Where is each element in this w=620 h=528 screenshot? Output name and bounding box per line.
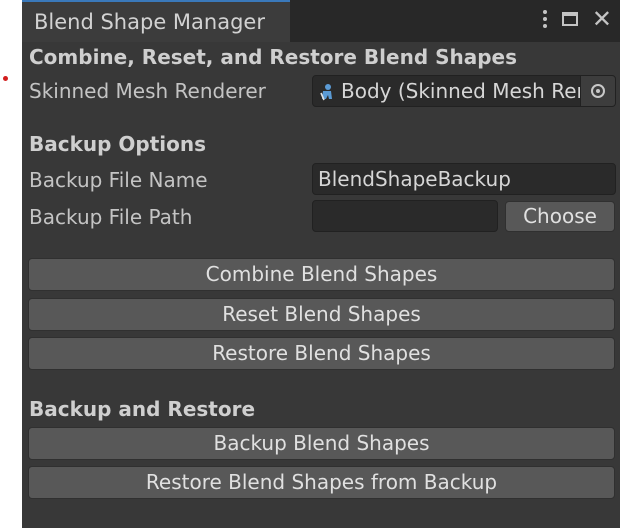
kebab-menu-icon[interactable] bbox=[542, 10, 548, 28]
tab-blend-shape-manager[interactable]: Blend Shape Manager bbox=[22, 0, 290, 42]
backup-file-name-label: Backup File Name bbox=[29, 168, 208, 192]
skinned-mesh-renderer-label: Skinned Mesh Renderer bbox=[29, 79, 266, 103]
skinned-mesh-renderer-value: Body (Skinned Mesh Renderer) bbox=[341, 79, 615, 103]
restore-blend-shapes-button[interactable]: Restore Blend Shapes bbox=[28, 337, 615, 370]
backup-file-name-input[interactable]: BlendShapeBackup bbox=[312, 163, 616, 195]
reset-blend-shapes-button[interactable]: Reset Blend Shapes bbox=[28, 298, 615, 331]
object-picker-icon bbox=[591, 84, 605, 98]
combine-blend-shapes-button[interactable]: Combine Blend Shapes bbox=[28, 258, 615, 291]
blend-shape-manager-window: Blend Shape Manager ✕ Combine, Reset, an… bbox=[22, 0, 620, 528]
restore-from-backup-button[interactable]: Restore Blend Shapes from Backup bbox=[28, 466, 615, 499]
tab-bar: Blend Shape Manager ✕ bbox=[22, 0, 620, 42]
backup-blend-shapes-button[interactable]: Backup Blend Shapes bbox=[28, 427, 615, 460]
edit-marker-dot bbox=[3, 76, 8, 81]
backup-file-path-input[interactable] bbox=[312, 200, 498, 232]
maximize-icon[interactable] bbox=[561, 12, 578, 26]
object-picker-button[interactable] bbox=[580, 76, 615, 106]
backup-restore-heading: Backup and Restore bbox=[29, 397, 256, 421]
window-controls: ✕ bbox=[542, 4, 612, 34]
skinned-mesh-icon bbox=[320, 84, 332, 101]
backup-file-path-label: Backup File Path bbox=[29, 205, 193, 229]
combine-section-heading: Combine, Reset, and Restore Blend Shapes bbox=[29, 45, 518, 69]
close-icon[interactable]: ✕ bbox=[592, 7, 612, 31]
choose-path-button[interactable]: Choose bbox=[505, 201, 615, 232]
backup-options-heading: Backup Options bbox=[29, 132, 207, 156]
skinned-mesh-renderer-field[interactable]: Body (Skinned Mesh Renderer) bbox=[312, 75, 616, 107]
